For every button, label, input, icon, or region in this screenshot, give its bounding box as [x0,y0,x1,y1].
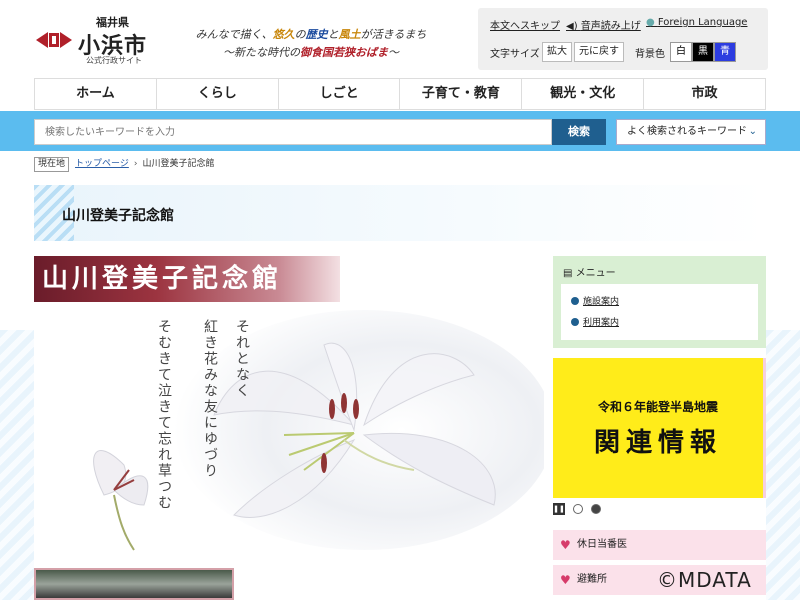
font-size-label: 文字サイズ [490,49,540,60]
arrow-circle-icon [571,318,579,326]
menu-link-label: 利用案内 [583,318,620,328]
nav-item-work[interactable]: しごと [277,79,400,109]
pause-button[interactable]: ❚❚ [553,503,565,515]
right-decoration [766,330,800,600]
holiday-doctor-label: 休日当番医 [577,539,627,550]
bg-blue-button[interactable]: 青 [714,42,736,62]
tagline-highlight: 風土 [338,28,361,41]
poem-lily-artwork: それとなく 紅き花みな友にゆづり そむきて泣きて忘れ草つむ [34,305,544,555]
city-tagline: みんなで描く、悠久の歴史と風土が活きるまち ～新たな時代の御食国若狭おばま～ [166,26,456,62]
nav-item-living[interactable]: くらし [155,79,278,109]
breadcrumb-top-link[interactable]: トップページ [75,159,129,169]
side-menu-links: 施設案内 利用案内 [561,284,758,340]
heart-icon: ♥ [560,573,571,587]
banner-slider-controls: ❚❚ [553,503,653,515]
tagline-highlight: 悠久 [272,28,295,41]
museum-banner-image: 山川登美子記念館 [34,256,340,302]
bg-color-label: 背景色 [635,49,665,60]
watermark: ©MDATA [657,568,752,592]
popular-keywords-button[interactable]: よく検索されるキーワード ⌄ [616,119,766,145]
font-reset-button[interactable]: 元に戻す [574,42,624,62]
tagline-text: ～新たな時代の [223,46,300,59]
left-decoration [0,330,34,600]
site-header: 福井県 小浜市 公式行政サイト みんなで描く、悠久の歴史と風土が活きるまち ～新… [0,0,800,76]
utility-panel: 本文へスキップ ◀) 音声読み上げ ● Foreign Language 文字サ… [478,8,768,70]
menu-link-usage[interactable]: 利用案内 [571,315,619,328]
page-title-band: 山川登美子記念館 [34,185,766,241]
breadcrumb-separator: › [133,159,138,169]
poem-line-2: 紅き花みな友にゆづり [202,319,218,479]
poem-line-1: それとなく [234,319,250,399]
earthquake-banner-title: 関連情報 [593,428,722,458]
search-button[interactable]: 検索 [552,119,606,145]
poem-line-3: そむきて泣きて忘れ草つむ [156,319,172,511]
main-nav: ホーム くらし しごと 子育て・教育 観光・文化 市政 [34,78,766,110]
skip-to-content-link[interactable]: 本文へスキップ [490,17,560,32]
nav-item-home[interactable]: ホーム [34,79,156,109]
side-menu-title: メニュー [575,268,616,279]
museum-photo [34,568,234,600]
page-title: 山川登美子記念館 [62,208,174,224]
heart-icon: ♥ [560,538,571,552]
read-aloud-label: 音声読み上げ [580,21,641,32]
font-enlarge-button[interactable]: 拡大 [542,42,572,62]
speaker-icon: ◀) [566,21,581,32]
city-emblem-icon [36,32,72,48]
lily-illustration-icon [93,310,544,551]
foreign-language-label: Foreign Language [657,17,748,28]
side-menu: ▤ メニュー 施設案内 利用案内 [553,256,766,348]
site-logo[interactable]: 福井県 小浜市 公式行政サイト [34,14,154,65]
nav-item-childcare[interactable]: 子育て・教育 [399,79,521,109]
holiday-doctor-button[interactable]: ♥ 休日当番医 [553,530,766,560]
site-type-label: 公式行政サイト [86,56,142,65]
slider-dot-active[interactable] [591,504,601,514]
tagline-highlight: 御食国若狭おばま [300,46,388,59]
foreign-language-link[interactable]: ● Foreign Language [646,17,747,28]
tagline-text: の [294,28,306,41]
bg-black-button[interactable]: 黒 [692,42,714,62]
menu-link-label: 施設案内 [583,297,620,307]
arrow-circle-icon [571,297,579,305]
nav-item-tourism[interactable]: 観光・文化 [521,79,643,109]
breadcrumb-current: 山川登美子記念館 [142,159,215,169]
popular-keywords-label: よく検索されるキーワード [627,126,747,137]
search-input[interactable] [34,119,552,145]
chevron-down-icon: ⌄ [748,126,757,137]
document-icon: ▤ [563,268,576,279]
display-settings: 文字サイズ 拡大 元に戻す 背景色 白 黒 青 [490,42,760,62]
breadcrumb-here-label: 現在地 [34,157,70,172]
breadcrumb: 現在地 トップページ › 山川登美子記念館 [34,156,214,172]
read-aloud-link[interactable]: ◀) 音声読み上げ [566,17,641,32]
tagline-text: と [327,28,339,41]
earthquake-info-banner[interactable]: 令和６年能登半島地震 関連情報 [553,358,766,498]
tagline-text: ～ [388,46,399,59]
tagline-highlight: 歴史 [305,28,328,41]
tagline-text: が活きるまち [360,28,427,41]
earthquake-banner-heading: 令和６年能登半島地震 [597,400,718,414]
menu-link-facility[interactable]: 施設案内 [571,294,619,307]
nav-item-city-admin[interactable]: 市政 [643,79,766,109]
slider-dot[interactable] [573,504,583,514]
bg-white-button[interactable]: 白 [670,42,692,62]
globe-icon: ● [646,17,658,28]
side-menu-header: ▤ メニュー [563,264,616,279]
tagline-text: みんなで描く、 [195,28,273,41]
evacuation-shelter-label: 避難所 [577,574,607,585]
